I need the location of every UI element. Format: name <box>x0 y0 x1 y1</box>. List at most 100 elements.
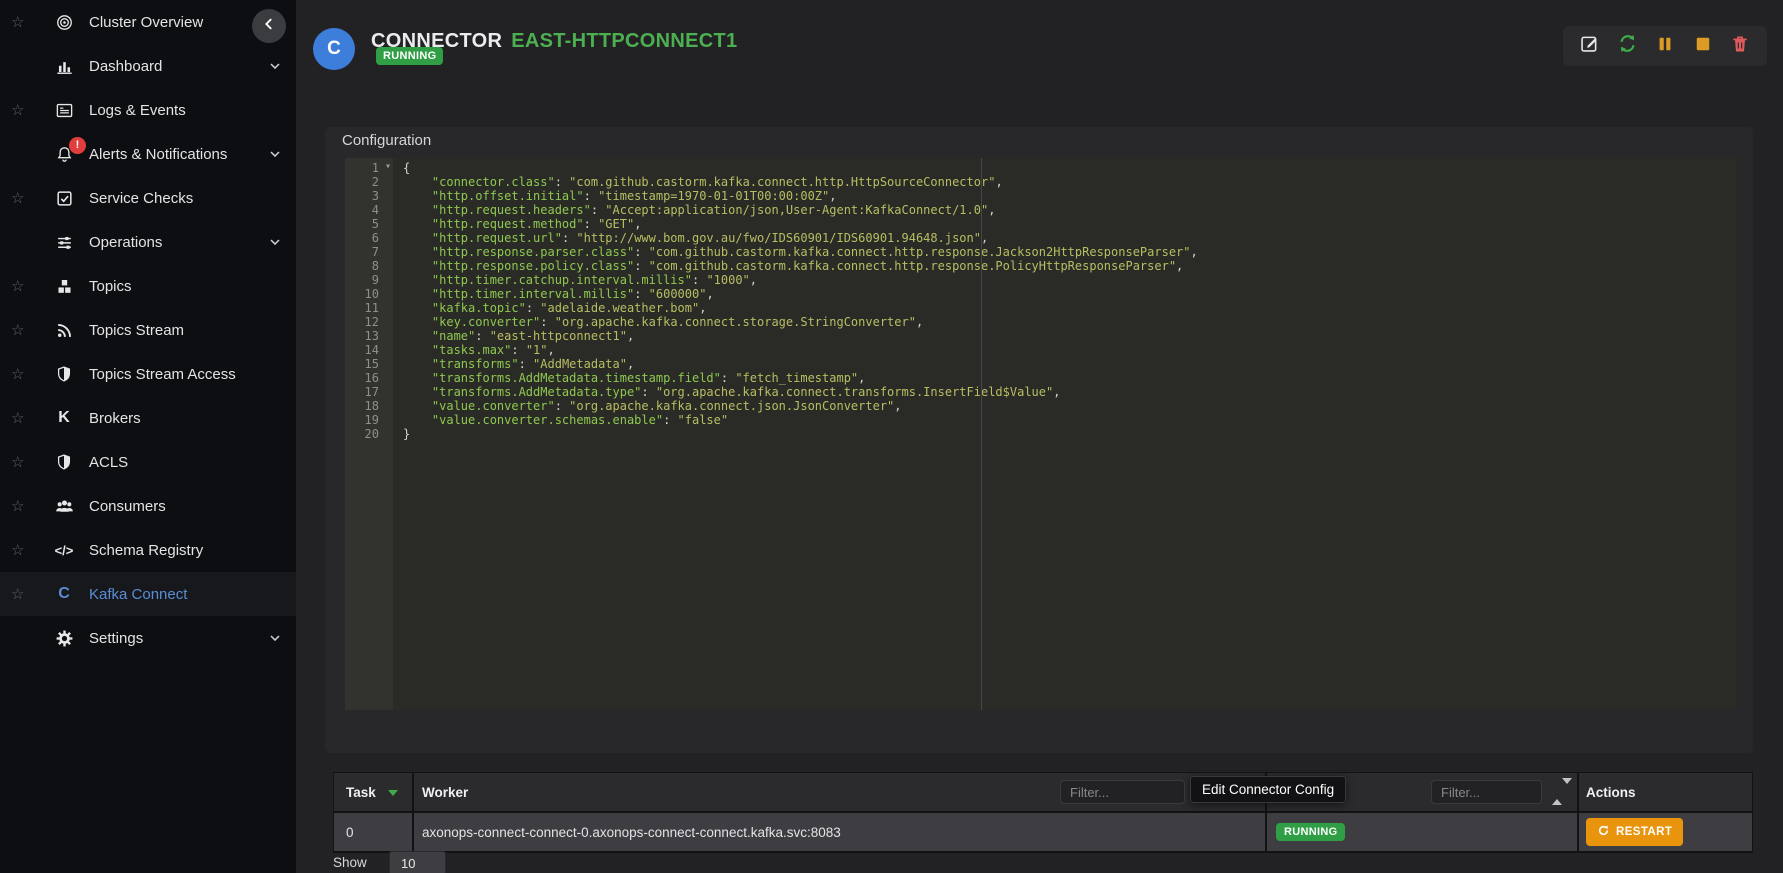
code-line[interactable]: "tasks.max": "1", <box>393 343 1749 357</box>
sort-desc-caret-icon[interactable] <box>388 790 398 796</box>
actions-cell: RESTART <box>1579 813 1750 851</box>
worker-column-header[interactable]: Worker <box>414 773 1267 811</box>
sidebar-collapse-button[interactable] <box>252 9 286 43</box>
chevron-left-icon <box>261 16 277 37</box>
line-number: 2 <box>345 175 393 189</box>
sidebar-item-label: Topics Stream <box>89 322 184 339</box>
sidebar-nav: ☆Cluster OverviewDashboard☆Logs & Events… <box>0 0 296 660</box>
favorite-star-icon[interactable]: ☆ <box>11 587 29 602</box>
code-line[interactable]: "transforms.AddMetadata.type": "org.apac… <box>393 385 1749 399</box>
chevron-down-icon[interactable] <box>267 630 283 651</box>
sort-both-icon[interactable] <box>1552 784 1572 799</box>
sidebar-item-alerts-notifications[interactable]: !Alerts & Notifications <box>0 132 296 176</box>
sidebar-item-operations[interactable]: Operations <box>0 220 296 264</box>
line-number: 15 <box>345 357 393 371</box>
status-filter-input[interactable] <box>1431 780 1542 804</box>
line-number: 4 <box>345 203 393 217</box>
sidebar-item-label: Alerts & Notifications <box>89 146 227 163</box>
code-line[interactable]: "http.timer.catchup.interval.millis": "1… <box>393 273 1749 287</box>
app-window: ☆Cluster OverviewDashboard☆Logs & Events… <box>0 0 1783 873</box>
code-line[interactable]: "http.response.parser.class": "com.githu… <box>393 245 1749 259</box>
favorite-star-icon[interactable]: ☆ <box>11 103 29 118</box>
sidebar-item-label: Consumers <box>89 498 166 515</box>
sidebar-item-topics[interactable]: ☆ Topics <box>0 264 296 308</box>
delete-connector-button[interactable] <box>1727 33 1753 59</box>
trash-icon <box>1730 34 1750 59</box>
sidebar-item-label: Logs & Events <box>89 102 186 119</box>
connector-action-bar <box>1563 26 1767 66</box>
code-line[interactable]: "http.request.method": "GET", <box>393 217 1749 231</box>
configuration-title: Configuration <box>342 132 431 149</box>
code-line[interactable]: "kafka.topic": "adelaide.weather.bom", <box>393 301 1749 315</box>
code-line[interactable]: } <box>393 427 1749 441</box>
sidebar-item-dashboard[interactable]: Dashboard <box>0 44 296 88</box>
pause-connector-button[interactable] <box>1652 33 1678 59</box>
sidebar-item-consumers[interactable]: ☆ Consumers <box>0 484 296 528</box>
code-line[interactable]: { <box>393 161 1749 175</box>
config-json-editor[interactable]: 1▾234567891011121314151617181920 {"conne… <box>345 158 1749 710</box>
code-line[interactable]: "value.converter": "org.apache.kafka.con… <box>393 399 1749 413</box>
code-line[interactable]: "http.request.url": "http://www.bom.gov.… <box>393 231 1749 245</box>
sidebar-item-topics-stream[interactable]: ☆ Topics Stream <box>0 308 296 352</box>
worker-filter-input[interactable] <box>1060 780 1185 804</box>
line-number: 20 <box>345 427 393 441</box>
code-line[interactable]: "http.request.headers": "Accept:applicat… <box>393 203 1749 217</box>
users-icon <box>52 496 76 517</box>
line-number: 1▾ <box>345 161 393 175</box>
sidebar-item-label: Topics <box>89 278 132 295</box>
actions-column-header: Actions <box>1579 773 1750 811</box>
stop-connector-button[interactable] <box>1690 33 1716 59</box>
connector-avatar: C <box>313 28 355 70</box>
code-line[interactable]: "transforms.AddMetadata.timestamp.field"… <box>393 371 1749 385</box>
favorite-star-icon[interactable]: ☆ <box>11 411 29 426</box>
task-column-label: Task <box>346 785 376 800</box>
sidebar-item-topics-stream-access[interactable]: ☆ Topics Stream Access <box>0 352 296 396</box>
sidebar-item-brokers[interactable]: ☆KBrokers <box>0 396 296 440</box>
tasks-table: Task Worker Actions 0axonops-connect-con… <box>333 772 1753 853</box>
code-line[interactable]: "http.timer.interval.millis": "600000", <box>393 287 1749 301</box>
favorite-star-icon[interactable]: ☆ <box>11 499 29 514</box>
favorite-star-icon[interactable]: ☆ <box>11 367 29 382</box>
line-number: 7 <box>345 245 393 259</box>
sidebar-item-logs-events[interactable]: ☆ Logs & Events <box>0 88 296 132</box>
shield-icon <box>52 365 76 383</box>
fold-caret-icon[interactable]: ▾ <box>385 160 391 174</box>
sidebar-item-label: Topics Stream Access <box>89 366 236 383</box>
refresh-connector-button[interactable] <box>1614 33 1640 59</box>
edit-pencil-icon <box>1579 33 1600 59</box>
editor-code[interactable]: {"connector.class": "com.github.castorm.… <box>393 161 1749 441</box>
code-line[interactable]: "key.converter": "org.apache.kafka.conne… <box>393 315 1749 329</box>
pause-icon <box>1655 34 1675 59</box>
sidebar-item-service-checks[interactable]: ☆ Service Checks <box>0 176 296 220</box>
code-line[interactable]: "value.converter.schemas.enable": "false… <box>393 413 1749 427</box>
task-status-badge: RUNNING <box>1276 823 1345 841</box>
chevron-down-icon[interactable] <box>267 146 283 167</box>
edit-connector-button[interactable] <box>1577 33 1603 59</box>
sidebar-item-schema-registry[interactable]: ☆</>Schema Registry <box>0 528 296 572</box>
chevron-down-icon[interactable] <box>267 234 283 255</box>
sidebar-item-label: Brokers <box>89 410 141 427</box>
sidebar-item-kafka-connect[interactable]: ☆CKafka Connect <box>0 572 296 616</box>
favorite-star-icon[interactable]: ☆ <box>11 323 29 338</box>
task-column-header[interactable]: Task <box>334 773 414 811</box>
code-line[interactable]: "name": "east-httpconnect1", <box>393 329 1749 343</box>
sidebar-item-settings[interactable]: Settings <box>0 616 296 660</box>
code-line[interactable]: "connector.class": "com.github.castorm.k… <box>393 175 1749 189</box>
code-line[interactable]: "http.response.policy.class": "com.githu… <box>393 259 1749 273</box>
line-number: 11 <box>345 301 393 315</box>
tasks-table-header: Task Worker Actions <box>334 773 1752 813</box>
code-line[interactable]: "transforms": "AddMetadata", <box>393 357 1749 371</box>
favorite-star-icon[interactable]: ☆ <box>11 543 29 558</box>
line-number: 6 <box>345 231 393 245</box>
page-size-select[interactable]: 10 <box>389 851 446 873</box>
chevron-down-icon[interactable] <box>267 58 283 79</box>
favorite-star-icon[interactable]: ☆ <box>11 191 29 206</box>
code-line[interactable]: "http.offset.initial": "timestamp=1970-0… <box>393 189 1749 203</box>
sidebar-item-label: Service Checks <box>89 190 193 207</box>
restart-task-button[interactable]: RESTART <box>1586 818 1683 846</box>
favorite-star-icon[interactable]: ☆ <box>11 455 29 470</box>
favorite-star-icon[interactable]: ☆ <box>11 15 29 30</box>
sidebar-item-acls[interactable]: ☆ACLS <box>0 440 296 484</box>
editor-scrollbar[interactable] <box>1737 158 1749 710</box>
favorite-star-icon[interactable]: ☆ <box>11 279 29 294</box>
